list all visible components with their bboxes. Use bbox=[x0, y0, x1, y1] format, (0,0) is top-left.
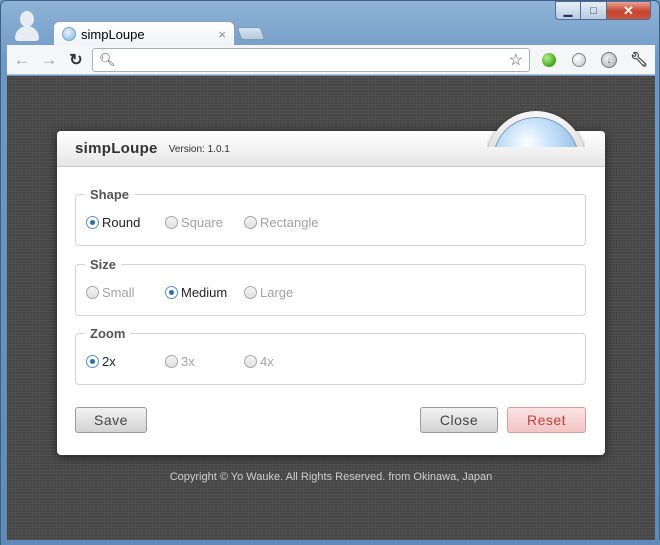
close-window-button[interactable]: ✕ bbox=[607, 1, 651, 20]
forward-arrow-icon[interactable]: → bbox=[37, 48, 61, 72]
omnibox-input[interactable] bbox=[121, 52, 509, 67]
option-label: Medium bbox=[181, 285, 228, 300]
zoom-legend: Zoom bbox=[85, 326, 131, 341]
minimize-button[interactable]: ▁ bbox=[555, 1, 581, 20]
back-arrow-icon[interactable]: ← bbox=[10, 48, 34, 72]
zoom-group: Zoom 2x 3x 4x bbox=[75, 326, 586, 385]
maximize-button[interactable]: □ bbox=[581, 1, 607, 20]
save-button[interactable]: Save bbox=[75, 407, 147, 433]
version-label: Version: 1.0.1 bbox=[168, 144, 230, 155]
radio-icon[interactable] bbox=[86, 355, 99, 368]
download-icon[interactable]: ↓ bbox=[598, 49, 620, 71]
radio-icon[interactable] bbox=[86, 286, 99, 299]
option-label: 4x bbox=[260, 354, 274, 369]
option-label: Round bbox=[102, 215, 141, 230]
reset-button[interactable]: Reset bbox=[507, 407, 586, 433]
page-content: simpLoupe Version: 1.0.1 Shape Round Squ… bbox=[7, 76, 655, 540]
loupe-icon[interactable] bbox=[568, 49, 590, 71]
option-label: Small bbox=[102, 285, 135, 300]
option-label: Large bbox=[260, 285, 294, 300]
tab-simploupe[interactable]: simpLoupe × bbox=[53, 21, 235, 46]
size-group: Size Small Medium Large bbox=[75, 257, 586, 316]
window-bottom-edge bbox=[1, 540, 660, 545]
loupe-favicon-icon bbox=[62, 27, 76, 41]
options-panel: simpLoupe Version: 1.0.1 Shape Round Squ… bbox=[57, 111, 605, 455]
radio-icon[interactable] bbox=[244, 355, 257, 368]
reload-icon[interactable]: ↻ bbox=[64, 48, 88, 72]
zoom-option-3x[interactable]: 3x bbox=[165, 354, 195, 369]
size-option-small[interactable]: Small bbox=[86, 285, 135, 300]
option-label: Square bbox=[181, 215, 223, 230]
window-controls: ▁ □ ✕ bbox=[555, 1, 651, 21]
radio-icon[interactable] bbox=[165, 355, 178, 368]
new-tab-button[interactable] bbox=[236, 27, 266, 40]
tab-close-icon[interactable]: × bbox=[218, 27, 226, 42]
search-icon: 🔍︎ bbox=[99, 51, 116, 67]
zoom-option-2x[interactable]: 2x bbox=[86, 354, 116, 369]
profile-avatar-icon[interactable] bbox=[15, 11, 39, 41]
browser-toolbar: ← → ↻ 🔍︎ ☆ ↓ 🔧︎ bbox=[7, 45, 655, 75]
shape-group: Shape Round Square Rectangle bbox=[75, 187, 586, 246]
option-label: 2x bbox=[102, 354, 116, 369]
size-option-medium[interactable]: Medium bbox=[165, 285, 227, 300]
close-button[interactable]: Close bbox=[420, 407, 498, 433]
browser-window: ▁ □ ✕ simpLoupe × ← → ↻ 🔍︎ ☆ ↓ 🔧︎ simpLo… bbox=[0, 0, 660, 545]
panel-title: simpLoupe bbox=[75, 140, 158, 157]
star-icon[interactable]: ☆ bbox=[509, 50, 523, 70]
wrench-icon[interactable]: 🔧︎ bbox=[628, 49, 650, 71]
option-label: Rectangle bbox=[260, 215, 319, 230]
shape-legend: Shape bbox=[85, 187, 135, 202]
radio-icon[interactable] bbox=[86, 216, 99, 229]
copyright-footer: Copyright © Yo Wauke. All Rights Reserve… bbox=[169, 471, 493, 483]
option-label: 3x bbox=[181, 354, 195, 369]
shape-option-round[interactable]: Round bbox=[86, 215, 140, 230]
shape-option-square[interactable]: Square bbox=[165, 215, 223, 230]
omnibox[interactable]: 🔍︎ ☆ bbox=[92, 47, 530, 72]
radio-icon[interactable] bbox=[165, 216, 178, 229]
radio-icon[interactable] bbox=[244, 216, 257, 229]
green-ball-icon[interactable] bbox=[538, 49, 560, 71]
shape-option-rectangle[interactable]: Rectangle bbox=[244, 215, 319, 230]
tab-title: simpLoupe bbox=[81, 26, 145, 42]
radio-icon[interactable] bbox=[244, 286, 257, 299]
zoom-option-4x[interactable]: 4x bbox=[244, 354, 274, 369]
radio-icon[interactable] bbox=[165, 286, 178, 299]
size-option-large[interactable]: Large bbox=[244, 285, 293, 300]
size-legend: Size bbox=[85, 257, 122, 272]
